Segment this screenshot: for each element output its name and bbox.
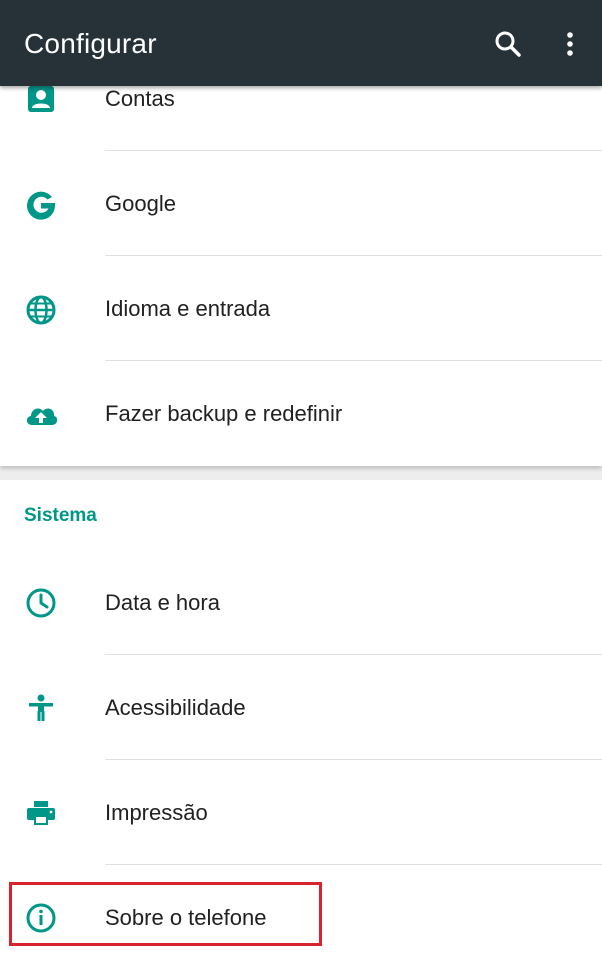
more-vert-icon (565, 29, 575, 59)
section-gap (0, 466, 602, 480)
search-icon (493, 29, 523, 59)
accessibility-icon (21, 688, 61, 728)
settings-item-date-time[interactable]: Data e hora (0, 550, 602, 655)
settings-item-backup[interactable]: Fazer backup e redefinir (0, 361, 602, 466)
settings-item-label: Sobre o telefone (105, 905, 267, 930)
settings-item-label: Idioma e entrada (105, 296, 271, 321)
settings-screen: Contas Google Idioma e entrada Fazer bac… (0, 0, 602, 960)
google-g-icon (21, 185, 61, 225)
page-title: Configurar (24, 28, 157, 59)
settings-item-label: Acessibilidade (105, 695, 246, 720)
settings-item-label: Google (105, 191, 176, 216)
settings-item-printing[interactable]: Impressão (0, 760, 602, 865)
more-options-button[interactable] (552, 26, 588, 62)
app-bar: Configurar (0, 0, 602, 86)
settings-item-accessibility[interactable]: Acessibilidade (0, 655, 602, 760)
account-box-icon (21, 80, 61, 120)
settings-item-label: Data e hora (105, 590, 220, 615)
info-icon (21, 898, 61, 938)
cloud-upload-icon (21, 395, 61, 435)
settings-item-language[interactable]: Idioma e entrada (0, 256, 602, 361)
settings-item-label: Fazer backup e redefinir (105, 401, 343, 426)
settings-item-label: Contas (105, 86, 175, 111)
globe-icon (21, 290, 61, 330)
print-icon (21, 793, 61, 833)
settings-item-label: Impressão (105, 800, 208, 825)
search-button[interactable] (490, 26, 526, 62)
settings-item-google[interactable]: Google (0, 151, 602, 256)
section-header-system: Sistema (24, 505, 97, 526)
settings-item-about-phone[interactable]: Sobre o telefone (0, 865, 602, 960)
clock-icon (21, 583, 61, 623)
